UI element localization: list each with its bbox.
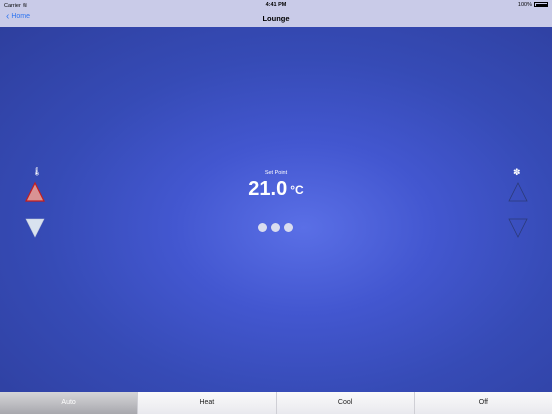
page-title: Lounge [262,13,290,23]
dot-2[interactable] [271,223,280,232]
tab-heat[interactable]: Heat [137,392,276,414]
status-time: 4:41 PM [265,1,287,8]
thermostat-panel: 🌡︎ Set Point 21.0 °C ✽ [0,27,552,392]
mode-dots [258,223,293,232]
fan-up-button[interactable] [507,181,529,203]
fan-down-arrow-icon [508,218,528,238]
mode-tab-bar: Auto Heat Cool Off [0,392,552,414]
fan-up-arrow-icon [508,182,528,202]
fan-down-button[interactable] [507,217,529,239]
set-point-display: Set Point 21.0 °C [0,170,552,201]
temperature-unit: °C [290,183,304,197]
fan-icon: ✽ [513,167,521,177]
down-arrow-icon [25,218,45,238]
temperature-value: 21.0 [248,178,288,200]
battery-status: 100% [518,2,548,8]
battery-icon [534,2,548,7]
tab-auto[interactable]: Auto [0,392,138,414]
tab-cool[interactable]: Cool [275,392,414,414]
navigation-bar: ‹ Home Lounge [0,9,552,28]
set-point-label: Set Point [264,170,288,176]
tab-off[interactable]: Off [413,392,552,414]
temperature-down-button[interactable] [24,217,46,239]
dot-3[interactable] [284,223,293,232]
status-bar: Carrier ≋ 4:41 PM 100% [0,0,552,9]
temperature-value-row: 21.0 °C [0,178,552,201]
dot-1[interactable] [258,223,267,232]
